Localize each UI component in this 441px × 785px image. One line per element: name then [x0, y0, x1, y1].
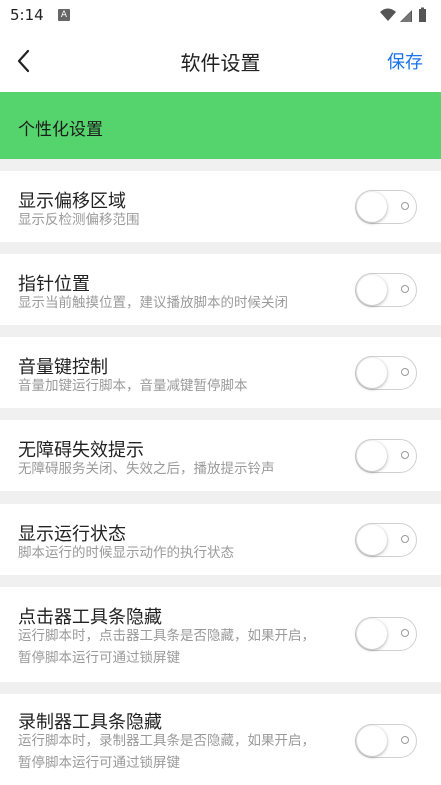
toggle-switch[interactable] — [355, 617, 417, 651]
wifi-icon — [380, 8, 396, 21]
battery-icon — [419, 7, 426, 22]
save-button[interactable]: 保存 — [387, 48, 423, 74]
setting-description: 脚本运行的时候显示动作的执行状态 — [18, 545, 234, 561]
setting-description: 无障碍服务关闭、失效之后，播放提示铃声 — [18, 461, 275, 477]
toggle-switch[interactable] — [355, 439, 417, 473]
setting-row-accessibility-failure-alert: 无障碍失效提示 无障碍服务关闭、失效之后，播放提示铃声 — [0, 420, 441, 491]
toggle-knob — [357, 358, 387, 388]
page-title: 软件设置 — [180, 51, 261, 75]
status-time: 5:14 — [10, 6, 44, 24]
toggle-knob — [357, 192, 387, 222]
toggle-switch[interactable] — [355, 523, 417, 557]
setting-row-volume-key-control: 音量键控制 音量加键运行脚本，音量减键暂停脚本 — [0, 337, 441, 408]
setting-row-show-run-status: 显示运行状态 脚本运行的时候显示动作的执行状态 — [0, 504, 441, 575]
app-bar: 软件设置 保存 — [0, 30, 441, 92]
toggle-knob — [357, 525, 387, 555]
toggle-off-indicator-icon — [401, 736, 409, 744]
toggle-switch[interactable] — [355, 356, 417, 390]
setting-description: 显示当前触摸位置，建议播放脚本的时候关闭 — [18, 295, 288, 311]
toggle-switch[interactable] — [355, 724, 417, 758]
setting-row-hide-clicker-toolbar: 点击器工具条隐藏 运行脚本时，点击器工具条是否隐藏，如果开启，暂停脚本运行可通过… — [0, 587, 441, 682]
status-bar: 5:14 A — [0, 0, 441, 30]
toggle-switch[interactable] — [355, 273, 417, 307]
back-button[interactable] — [10, 46, 40, 76]
setting-description: 运行脚本时，录制器工具条是否隐藏，如果开启，暂停脚本运行可通过锁屏键 — [18, 733, 315, 771]
status-icons — [379, 7, 431, 23]
toggle-knob — [357, 726, 387, 756]
setting-row-pointer-location: 指针位置 显示当前触摸位置，建议播放脚本的时候关闭 — [0, 254, 441, 325]
section-header: 个性化设置 — [0, 92, 441, 159]
toggle-knob — [357, 441, 387, 471]
toggle-off-indicator-icon — [401, 535, 409, 543]
toggle-off-indicator-icon — [401, 451, 409, 459]
setting-row-hide-recorder-toolbar: 录制器工具条隐藏 运行脚本时，录制器工具条是否隐藏，如果开启，暂停脚本运行可通过… — [0, 694, 441, 785]
toggle-switch[interactable] — [355, 190, 417, 224]
notification-icon: A — [58, 9, 70, 21]
toggle-off-indicator-icon — [401, 368, 409, 376]
toggle-off-indicator-icon — [401, 629, 409, 637]
setting-description: 运行脚本时，点击器工具条是否隐藏，如果开启，暂停脚本运行可通过锁屏键 — [18, 628, 315, 666]
setting-row-show-offset-area: 显示偏移区域 显示反检测偏移范围 — [0, 171, 441, 242]
toggle-knob — [357, 619, 387, 649]
toggle-off-indicator-icon — [401, 202, 409, 210]
setting-description: 音量加键运行脚本，音量减键暂停脚本 — [18, 378, 248, 394]
toggle-off-indicator-icon — [401, 285, 409, 293]
toggle-knob — [357, 275, 387, 305]
setting-description: 显示反检测偏移范围 — [18, 212, 140, 228]
chevron-left-icon — [17, 49, 30, 73]
section-title: 个性化设置 — [18, 120, 103, 140]
signal-icon — [400, 10, 412, 22]
